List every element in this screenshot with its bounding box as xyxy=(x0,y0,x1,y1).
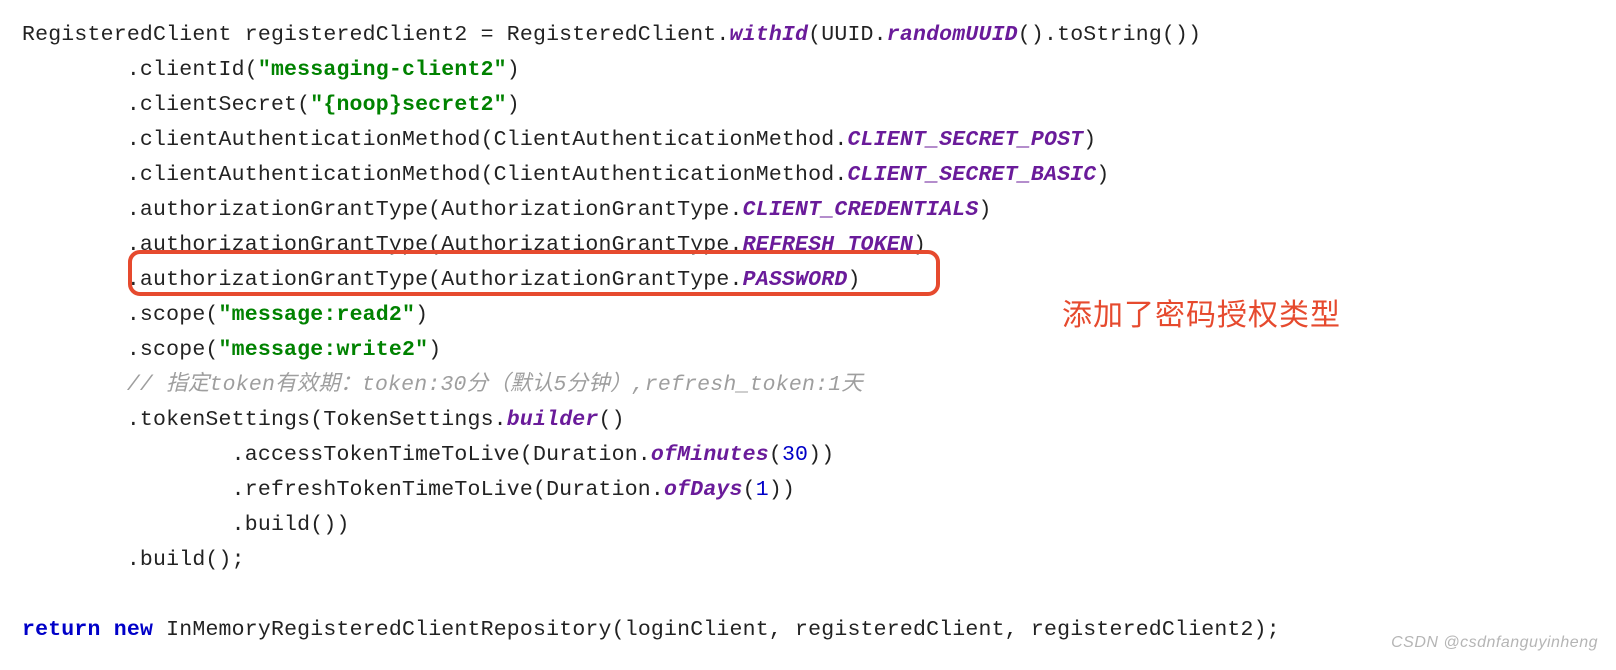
code-line-10: .scope("message:write2") xyxy=(22,338,441,362)
code-line-16: .build(); xyxy=(22,548,245,572)
code-block: RegisteredClient registeredClient2 = Reg… xyxy=(0,0,1616,648)
code-line-1: RegisteredClient registeredClient2 = Reg… xyxy=(22,23,1201,47)
code-line-8: .authorizationGrantType(AuthorizationGra… xyxy=(22,268,861,292)
code-line-11: // 指定token有效期：token:30分（默认5分钟）,refresh_t… xyxy=(22,373,863,397)
code-line-9: .scope("message:read2") xyxy=(22,303,428,327)
code-line-4: .clientAuthenticationMethod(ClientAuthen… xyxy=(22,128,1096,152)
code-line-14: .refreshTokenTimeToLive(Duration.ofDays(… xyxy=(22,478,795,502)
code-line-15: .build()) xyxy=(22,513,350,537)
code-line-5: .clientAuthenticationMethod(ClientAuthen… xyxy=(22,163,1110,187)
code-line-6: .authorizationGrantType(AuthorizationGra… xyxy=(22,198,992,222)
code-line-3: .clientSecret("{noop}secret2") xyxy=(22,93,520,117)
code-line-7: .authorizationGrantType(AuthorizationGra… xyxy=(22,233,926,257)
code-line-13: .accessTokenTimeToLive(Duration.ofMinute… xyxy=(22,443,834,467)
code-line-2: .clientId("messaging-client2") xyxy=(22,58,520,82)
annotation-text: 添加了密码授权类型 xyxy=(1062,290,1341,334)
code-line-17: return new InMemoryRegisteredClientRepos… xyxy=(22,618,1280,642)
code-line-12: .tokenSettings(TokenSettings.builder() xyxy=(22,408,625,432)
